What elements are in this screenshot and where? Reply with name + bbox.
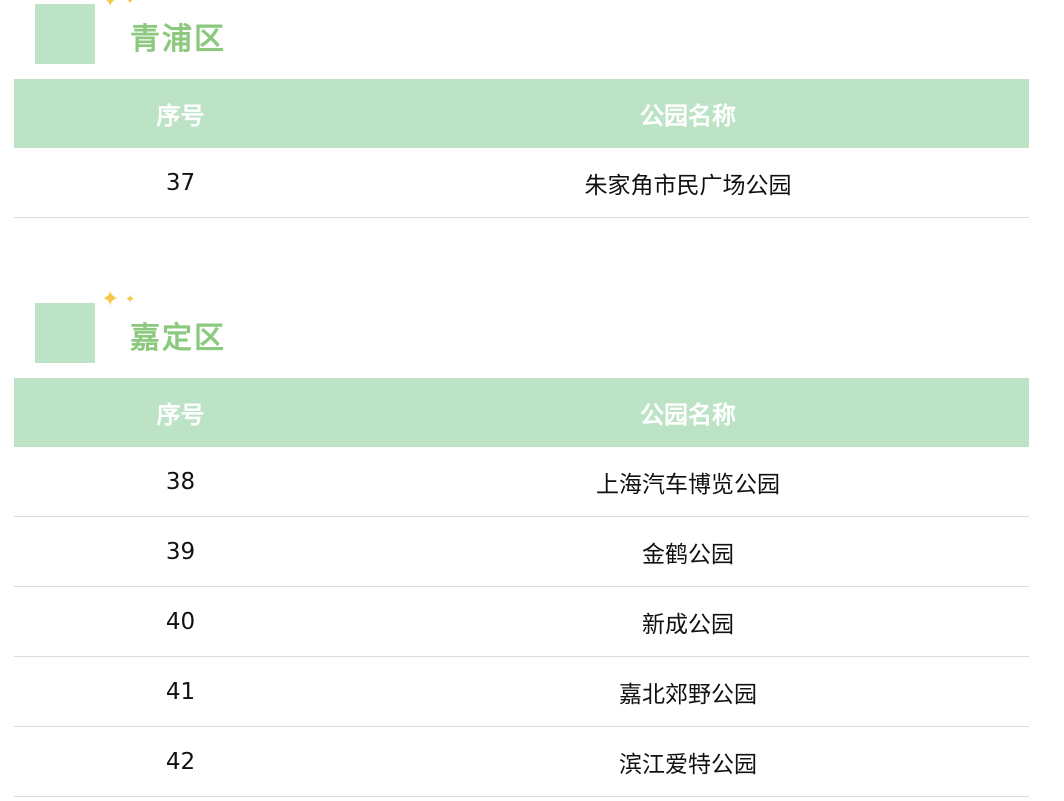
column-header-number: 序号 (14, 378, 347, 447)
sparkle-small-icon: ✦ (125, 292, 136, 306)
park-number: 42 (14, 726, 347, 797)
park-number: 39 (14, 516, 347, 587)
parks-table: 序号 公园名称 37 朱家角市民广场公园 (14, 79, 1029, 218)
decorative-square (35, 4, 95, 64)
table-row: 37 朱家角市民广场公园 (14, 148, 1029, 218)
section-header: ✦ ✦ 青浦区 (0, 0, 1064, 70)
table-row: 38 上海汽车博览公园 (14, 447, 1029, 517)
park-name: 金鹤公园 (347, 516, 1029, 587)
sparkle-icon: ✦ (101, 287, 120, 312)
district-title: 青浦区 (130, 22, 226, 57)
park-name: 新成公园 (347, 586, 1029, 657)
table-row: 42 滨江爱特公园 (14, 726, 1029, 797)
district-title: 嘉定区 (130, 321, 226, 356)
table-header-row: 序号 公园名称 (14, 79, 1029, 148)
park-number: 38 (14, 447, 347, 517)
park-name: 朱家角市民广场公园 (347, 148, 1029, 218)
park-name: 嘉北郊野公园 (347, 656, 1029, 727)
parks-table: 序号 公园名称 38 上海汽车博览公园 39 金鹤公园 40 新成公园 41 嘉… (14, 378, 1029, 797)
decorative-square (35, 303, 95, 363)
table-row: 40 新成公园 (14, 586, 1029, 657)
column-header-park-name: 公园名称 (347, 79, 1029, 148)
table-header-row: 序号 公园名称 (14, 378, 1029, 447)
column-header-park-name: 公园名称 (347, 378, 1029, 447)
table-row: 41 嘉北郊野公园 (14, 656, 1029, 727)
table-row: 39 金鹤公园 (14, 516, 1029, 587)
section-header: ✦ ✦ 嘉定区 (0, 289, 1064, 369)
district-section-qingpu: ✦ ✦ 青浦区 序号 公园名称 37 朱家角市民广场公园 (0, 0, 1064, 218)
column-header-number: 序号 (14, 79, 347, 148)
sparkle-small-icon: ✦ (125, 0, 136, 7)
sparkle-icon: ✦ (101, 0, 120, 13)
park-number: 40 (14, 586, 347, 657)
park-name: 滨江爱特公园 (347, 726, 1029, 797)
park-name: 上海汽车博览公园 (347, 447, 1029, 517)
park-number: 37 (14, 148, 347, 218)
district-section-jiading: ✦ ✦ 嘉定区 序号 公园名称 38 上海汽车博览公园 39 金鹤公园 40 新… (0, 289, 1064, 797)
park-number: 41 (14, 656, 347, 727)
